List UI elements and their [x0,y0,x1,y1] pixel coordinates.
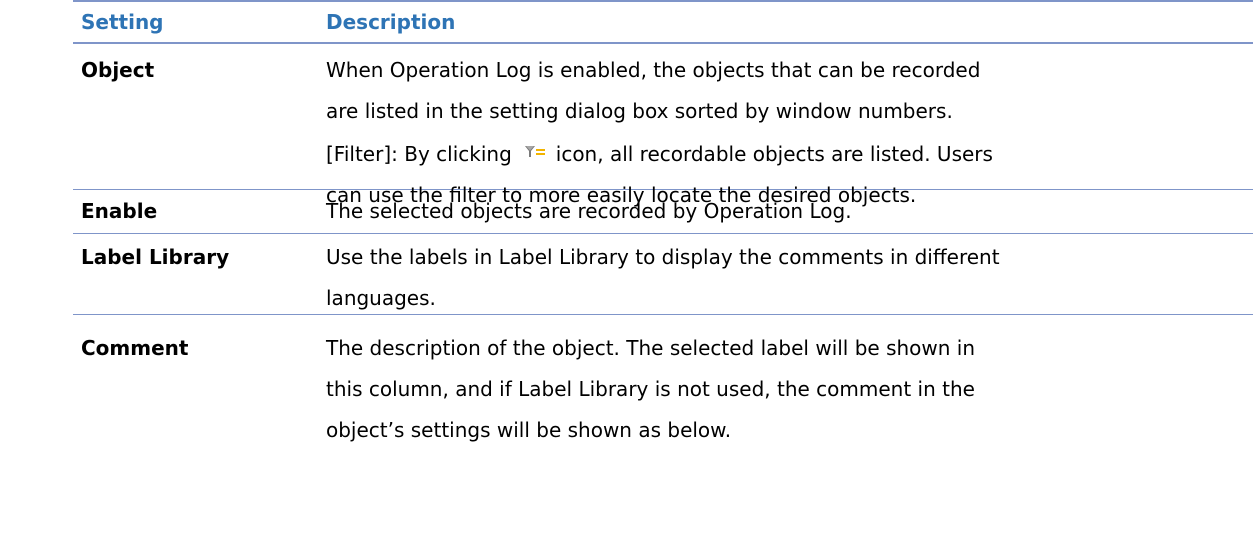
table-header-row: Setting Description [73,0,1253,44]
description-object: When Operation Log is enabled, the objec… [318,50,1253,207]
description-enable: The selected objects are recorded by Ope… [318,191,1253,233]
setting-enable: Enable [81,199,158,223]
column-header-description: Description [326,10,456,34]
setting-comment: Comment [81,336,189,360]
table-row-label-library: Label Library Use the labels in Label Li… [73,234,1253,315]
setting-object: Object [81,58,155,82]
settings-table: Setting Description Object When Operatio… [73,0,1253,442]
description-line: The description of the object. The selec… [326,336,976,360]
table-row-comment: Comment The description of the object. T… [73,315,1253,442]
description-label-library: Use the labels in Label Library to displ… [318,237,1253,314]
filter-description-line: [Filter]: By clicking icon, all recordabl… [326,132,1253,175]
description-line: Use the labels in Label Library to displ… [326,245,1000,269]
description-line: this column, and if Label Library is not… [326,377,975,401]
filter-icon [524,132,546,157]
setting-label-library: Label Library [81,245,230,269]
description-line: are listed in the setting dialog box sor… [326,99,953,123]
table-row-enable: Enable The selected objects are recorded… [73,190,1253,234]
description-line: The selected objects are recorded by Ope… [326,199,852,223]
description-line: object’s settings will be shown as below… [326,418,732,442]
description-line: languages. [326,286,436,310]
table-row-object: Object When Operation Log is enabled, th… [73,44,1253,207]
filter-prefix-text: [Filter]: By clicking [326,142,512,166]
column-header-setting: Setting [81,10,164,34]
description-comment: The description of the object. The selec… [318,328,1253,442]
filter-suffix-text: icon, all recordable objects are listed.… [555,142,993,166]
description-line: When Operation Log is enabled, the objec… [326,58,981,82]
